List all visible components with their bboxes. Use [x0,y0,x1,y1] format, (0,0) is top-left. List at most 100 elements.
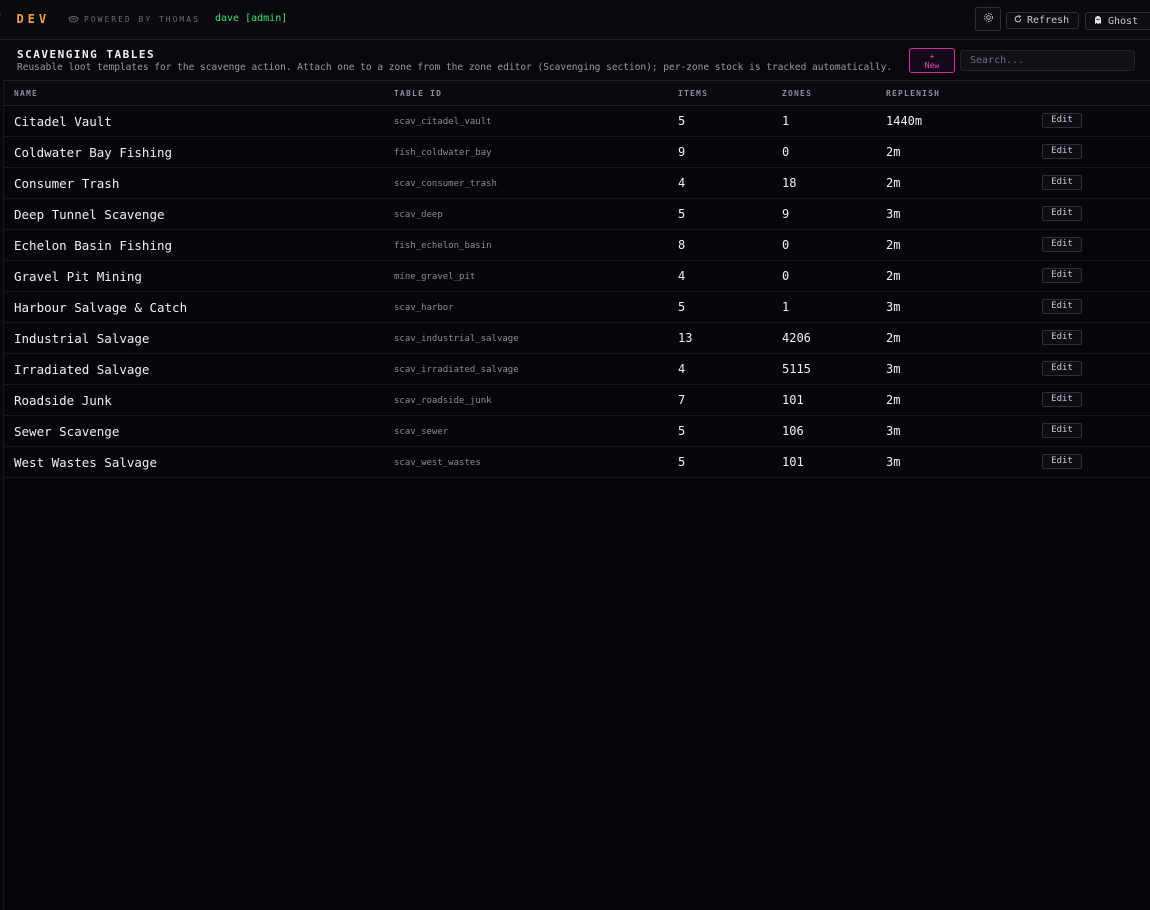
row-replenish: 3m [886,455,901,469]
table-row[interactable]: West Wastes Salvage scav_west_wastes 5 1… [4,447,1150,478]
row-table-id: fish_coldwater_bay [394,148,492,158]
table-row[interactable]: Gravel Pit Mining mine_gravel_pit 4 0 2m… [4,261,1150,292]
row-items: 7 [678,393,686,407]
row-items: 4 [678,362,686,376]
scavenging-table: NAME TABLE ID ITEMS ZONES REPLENISH Cita… [3,80,1150,910]
row-table-id: scav_roadside_junk [394,396,492,406]
brand-logo: / DEV [0,12,51,26]
row-name: Gravel Pit Mining [14,269,142,284]
table-row[interactable]: Roadside Junk scav_roadside_junk 7 101 2… [4,385,1150,416]
row-items: 5 [678,114,686,128]
row-replenish: 3m [886,362,901,376]
row-replenish: 3m [886,300,901,314]
refresh-button[interactable]: Refresh [1006,12,1079,29]
table-row[interactable]: Consumer Trash scav_consumer_trash 4 18 … [4,168,1150,199]
ghost-icon [1093,15,1103,28]
row-zones: 9 [782,207,790,221]
row-zones: 18 [782,176,797,190]
row-name: Citadel Vault [14,114,112,129]
row-replenish: 3m [886,424,901,438]
row-table-id: scav_harbor [394,303,454,313]
row-replenish: 1440m [886,114,923,128]
row-items: 8 [678,238,686,252]
gear-icon [983,12,994,26]
edit-button[interactable]: Edit [1042,361,1082,376]
current-user: dave [admin] [215,13,288,24]
search-input[interactable] [960,50,1135,71]
edit-button[interactable]: Edit [1042,268,1082,283]
table-row[interactable]: Echelon Basin Fishing fish_echelon_basin… [4,230,1150,261]
column-header-replenish[interactable]: REPLENISH [886,89,940,98]
row-zones: 101 [782,455,804,469]
row-name: Harbour Salvage & Catch [14,300,188,315]
edit-button[interactable]: Edit [1042,454,1082,469]
row-items: 5 [678,424,686,438]
row-items: 9 [678,145,686,159]
row-zones: 0 [782,269,790,283]
table-row[interactable]: Coldwater Bay Fishing fish_coldwater_bay… [4,137,1150,168]
row-replenish: 2m [886,176,901,190]
row-items: 5 [678,207,686,221]
table-row[interactable]: Harbour Salvage & Catch scav_harbor 5 1 … [4,292,1150,323]
edit-button[interactable]: Edit [1042,299,1082,314]
row-replenish: 3m [886,207,901,221]
new-table-button[interactable]: + New [909,48,955,73]
edit-button[interactable]: Edit [1042,423,1082,438]
row-name: Coldwater Bay Fishing [14,145,173,160]
row-zones: 4206 [782,331,811,345]
row-zones: 1 [782,114,790,128]
ghost-mask-icon [68,14,79,25]
row-replenish: 2m [886,393,901,407]
ghost-button[interactable]: Ghost [1085,12,1150,30]
row-items: 4 [678,269,686,283]
column-header-name[interactable]: NAME [14,89,38,98]
edit-button[interactable]: Edit [1042,206,1082,221]
row-name: Industrial Salvage [14,331,150,346]
row-items: 4 [678,176,686,190]
table-header: NAME TABLE ID ITEMS ZONES REPLENISH [4,80,1150,106]
row-name: Consumer Trash [14,176,120,191]
row-zones: 1 [782,300,790,314]
row-name: Echelon Basin Fishing [14,238,173,253]
row-table-id: mine_gravel_pit [394,272,476,282]
row-replenish: 2m [886,269,901,283]
edit-button[interactable]: Edit [1042,392,1082,407]
row-zones: 106 [782,424,804,438]
row-name: West Wastes Salvage [14,455,157,470]
edit-button[interactable]: Edit [1042,330,1082,345]
row-zones: 101 [782,393,804,407]
edit-button[interactable]: Edit [1042,237,1082,252]
row-table-id: scav_deep [394,210,443,220]
row-items: 13 [678,331,693,345]
powered-by-text: POWERED BY THOMAS [84,15,200,24]
column-header-table-id[interactable]: TABLE ID [394,89,442,98]
row-name: Deep Tunnel Scavenge [14,207,165,222]
row-table-id: scav_sewer [394,427,449,437]
page-description: Reusable loot templates for the scavenge… [17,62,893,73]
table-row[interactable]: Irradiated Salvage scav_irradiated_salva… [4,354,1150,385]
row-table-id: scav_industrial_salvage [394,334,519,344]
column-header-zones[interactable]: ZONES [782,89,812,98]
top-bar: / DEV POWERED BY THOMAS dave [admin] Ref… [0,0,1150,40]
row-zones: 5115 [782,362,811,376]
table-row[interactable]: Sewer Scavenge scav_sewer 5 106 3m Edit [4,416,1150,447]
row-table-id: fish_echelon_basin [394,241,492,251]
edit-button[interactable]: Edit [1042,175,1082,190]
edit-button[interactable]: Edit [1042,144,1082,159]
powered-by: POWERED BY THOMAS [68,14,200,25]
table-row[interactable]: Deep Tunnel Scavenge scav_deep 5 9 3m Ed… [4,199,1150,230]
row-table-id: scav_west_wastes [394,458,481,468]
row-name: Irradiated Salvage [14,362,150,377]
row-replenish: 2m [886,331,901,345]
table-row[interactable]: Industrial Salvage scav_industrial_salva… [4,323,1150,354]
table-row[interactable]: Citadel Vault scav_citadel_vault 5 1 144… [4,106,1150,137]
row-replenish: 2m [886,145,901,159]
column-header-items[interactable]: ITEMS [678,89,708,98]
new-table-label: New [924,61,940,70]
row-table-id: scav_consumer_trash [394,179,497,189]
row-name: Roadside Junk [14,393,112,408]
row-replenish: 2m [886,238,901,252]
row-table-id: scav_citadel_vault [394,117,492,127]
settings-button[interactable] [975,7,1001,31]
edit-button[interactable]: Edit [1042,113,1082,128]
